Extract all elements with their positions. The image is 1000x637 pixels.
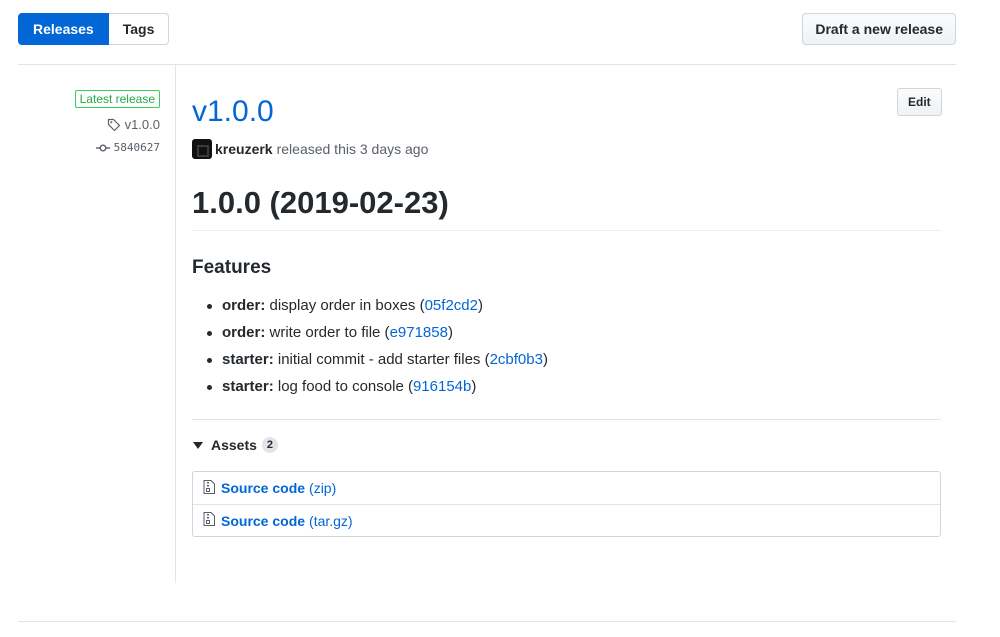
commit-link[interactable]: 5840627 — [114, 141, 160, 154]
avatar[interactable] — [192, 139, 212, 159]
assets-divider — [192, 419, 941, 420]
tab-releases[interactable]: Releases — [18, 13, 109, 45]
commit-hash-link[interactable]: e971858 — [390, 324, 448, 341]
list-item: Source code (zip) — [193, 472, 940, 504]
assets-toggle[interactable]: Assets 2 — [193, 437, 278, 453]
file-zip-icon — [203, 479, 221, 497]
assets-label: Assets — [211, 437, 257, 453]
asset-download-link[interactable]: Source code — [221, 480, 305, 496]
sidebar-divider — [175, 65, 176, 583]
features-list: order: display order in boxes (05f2cd2) … — [207, 292, 548, 400]
assets-list: Source code (zip) Source code (tar.gz) — [192, 471, 941, 537]
asset-format[interactable]: (zip) — [309, 480, 336, 496]
list-item: starter: initial commit - add starter fi… — [207, 346, 548, 373]
tag-link[interactable]: v1.0.0 — [125, 117, 160, 132]
triangle-down-icon — [193, 441, 203, 449]
release-heading: 1.0.0 (2019-02-23) — [192, 185, 449, 220]
author-link[interactable]: kreuzerk — [215, 141, 273, 157]
list-item: order: display order in boxes (05f2cd2) — [207, 292, 548, 319]
assets-count-badge: 2 — [261, 437, 278, 453]
list-item: Source code (tar.gz) — [193, 504, 940, 536]
file-zip-icon — [203, 512, 221, 529]
list-item: order: write order to file (e971858) — [207, 319, 548, 346]
list-item: starter: log food to console (916154b) — [207, 373, 548, 400]
bottom-divider — [18, 621, 956, 622]
commit-hash-link[interactable]: 05f2cd2 — [425, 297, 478, 314]
release-title[interactable]: v1.0.0 — [192, 93, 274, 131]
draft-release-button[interactable]: Draft a new release — [802, 13, 956, 45]
commit-hash-link[interactable]: 2cbf0b3 — [490, 351, 543, 368]
features-heading: Features — [192, 257, 272, 278]
edit-button[interactable]: Edit — [897, 88, 942, 116]
commit-hash-link[interactable]: 916154b — [413, 378, 471, 395]
asset-download-link[interactable]: Source code — [221, 513, 305, 529]
heading-divider — [192, 230, 941, 231]
byline-text: released this 3 days ago — [276, 141, 429, 157]
release-byline: kreuzerk released this 3 days ago — [192, 139, 428, 159]
release-tabs: Releases Tags — [18, 13, 170, 45]
asset-format[interactable]: (tar.gz) — [309, 513, 353, 529]
tag-icon — [107, 118, 121, 132]
commit-icon — [95, 143, 110, 153]
release-meta: Latest release v1.0.0 5840627 — [74, 90, 160, 154]
latest-release-badge: Latest release — [74, 90, 160, 108]
tab-tags[interactable]: Tags — [108, 13, 170, 45]
top-divider — [18, 64, 956, 65]
